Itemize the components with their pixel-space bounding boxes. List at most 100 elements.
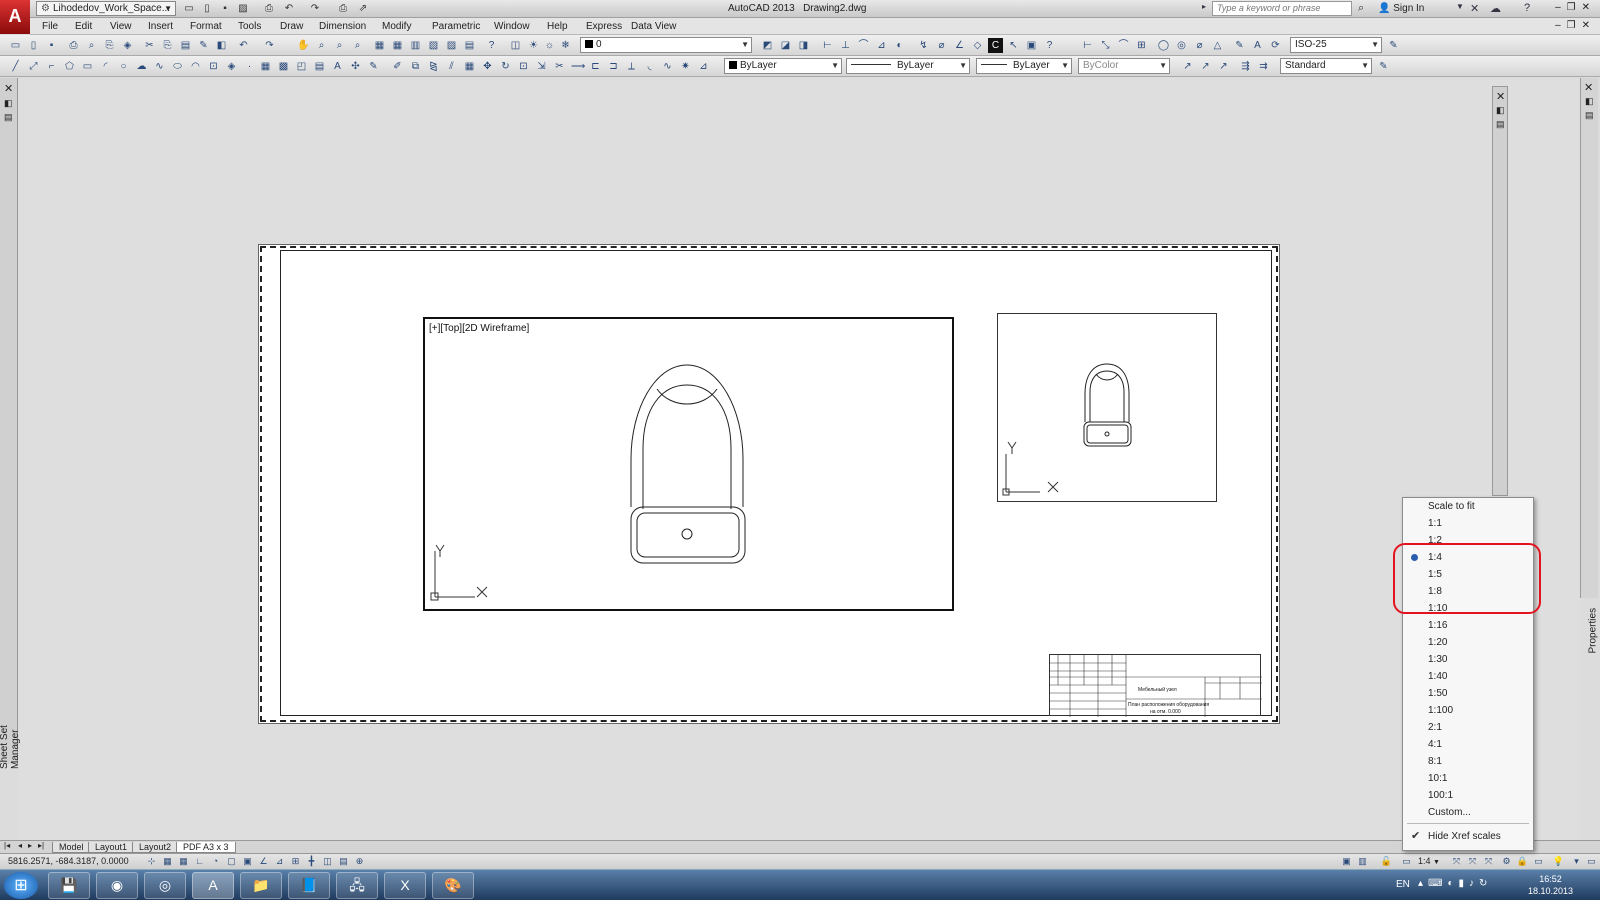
hardware-acceleration-icon[interactable]: ▭	[1532, 856, 1545, 868]
tab-pdf-a3[interactable]: PDF A3 x 3	[176, 842, 236, 853]
dim-diameter-icon[interactable]: ⌀	[1192, 38, 1207, 53]
copy-object-icon[interactable]: ⧉	[408, 59, 423, 74]
viewport-scale-value[interactable]: 1:4 ▼	[1418, 856, 1440, 866]
properties-panel[interactable]: ✕ ◧ ▤ Properties	[1580, 78, 1599, 654]
make-current-layer-icon[interactable]: ◩	[760, 38, 775, 53]
save-icon[interactable]: ▪	[218, 2, 232, 15]
annotation-visibility-icon[interactable]: ⤧	[1466, 856, 1479, 868]
scale-option-1-16[interactable]: 1:16	[1403, 617, 1533, 634]
lineweight-icon[interactable]: ╋	[305, 856, 318, 868]
scale-option-100-1[interactable]: 100:1	[1403, 787, 1533, 804]
workspace-select[interactable]: ⚙ Lihodedov_Work_Space... ▼	[36, 1, 176, 16]
grid-icon[interactable]: ▦	[177, 856, 190, 868]
auto-scale-icon[interactable]: ⤧	[1482, 856, 1495, 868]
menu-edit[interactable]: Edit	[75, 21, 92, 32]
layer-previous-icon[interactable]: ◪	[778, 38, 793, 53]
menu-express[interactable]: Express	[586, 21, 622, 32]
scale-option-fit[interactable]: Scale to fit	[1403, 498, 1533, 515]
dim-ordinate-icon[interactable]: ⊞	[1134, 38, 1149, 53]
erase-icon[interactable]: ✐	[390, 59, 405, 74]
dim-update-icon[interactable]: ⟳	[1268, 38, 1283, 53]
close-icon[interactable]: ✕	[4, 82, 13, 95]
tab-layout1[interactable]: Layout1	[88, 842, 135, 853]
isolate-objects-icon[interactable]: 💡	[1552, 856, 1565, 868]
otrack-icon[interactable]: ∠	[257, 856, 270, 868]
dim-jogged-icon[interactable]: ◎	[1174, 38, 1189, 53]
tray-sync-icon[interactable]: ↻	[1479, 878, 1492, 889]
doc-close-icon[interactable]: ✕	[1582, 20, 1596, 31]
scale-option-4-1[interactable]: 4:1	[1403, 736, 1533, 753]
cut-icon[interactable]: ✂	[142, 38, 157, 53]
polar-icon[interactable]: ◔	[209, 856, 222, 868]
panel-properties-icon[interactable]: ▤	[1496, 119, 1505, 130]
tray-keyboard-icon[interactable]: ⌨	[1428, 878, 1447, 889]
main-viewport[interactable]: [+][Top][2D Wireframe]	[423, 317, 954, 611]
menu-help[interactable]: Help	[547, 21, 568, 32]
revcloud-icon[interactable]: ☁	[134, 59, 149, 74]
table-icon[interactable]: ▤	[312, 59, 327, 74]
region-icon[interactable]: ◰	[294, 59, 309, 74]
selection-cycling-icon[interactable]: ⊕	[353, 856, 366, 868]
transparency-icon[interactable]: ◫	[321, 856, 334, 868]
menu-tools[interactable]: Tools	[238, 21, 261, 32]
polyline-icon[interactable]: ⌐	[44, 59, 59, 74]
ellipse-arc-icon[interactable]: ◠	[188, 59, 203, 74]
extend-icon[interactable]: ⟶	[570, 59, 585, 74]
chamfer-icon[interactable]: ⟂	[624, 59, 639, 74]
copy-icon[interactable]: ⎘	[160, 38, 175, 53]
properties-icon[interactable]: ▦	[372, 38, 387, 53]
taskbar-autocad-icon[interactable]: A	[192, 872, 234, 899]
join-icon[interactable]: ⊐	[606, 59, 621, 74]
point-icon[interactable]: ·	[242, 59, 257, 74]
menu-file[interactable]: File	[42, 21, 58, 32]
undo-icon[interactable]: ↶	[282, 2, 296, 15]
redo-icon[interactable]: ↷	[262, 38, 277, 53]
dim-arc-icon[interactable]: ⌒	[1116, 38, 1131, 53]
taskbar-save-icon[interactable]: 💾	[48, 872, 90, 899]
volume-icon[interactable]: ♪	[1469, 878, 1479, 889]
plot-style-dropdown[interactable]: ByColor ▼	[1078, 58, 1170, 74]
tool-palettes-icon[interactable]: ▥	[408, 38, 423, 53]
close-icon[interactable]: ✕	[1584, 81, 1593, 94]
search-input[interactable]: Type a keyword or phrase	[1212, 1, 1352, 16]
infer-constraints-icon[interactable]: ⊹	[145, 856, 158, 868]
angular-icon[interactable]: ∠	[952, 38, 967, 53]
close-icon[interactable]: ✕	[1496, 90, 1505, 103]
blend-icon[interactable]: ∿	[660, 59, 675, 74]
dim-style-dropdown[interactable]: ISO-25 ▼	[1290, 37, 1382, 53]
quick-view-layouts-icon[interactable]: ▥	[1356, 856, 1369, 868]
publish-icon[interactable]: ⇗	[356, 2, 370, 15]
print-icon[interactable]: ⎙	[336, 2, 350, 15]
multileader-style-icon[interactable]: ✎	[1376, 59, 1391, 74]
tray-network-icon[interactable]: ▮	[1459, 878, 1470, 889]
quick-dim-icon[interactable]: ◇	[970, 38, 985, 53]
break-icon[interactable]: ⊏	[588, 59, 603, 74]
layer-states-icon[interactable]: ◨	[796, 38, 811, 53]
zoom-window-icon[interactable]: ⌕	[332, 38, 347, 53]
dim-angular-icon[interactable]: △	[1210, 38, 1225, 53]
dim-text-edit-icon[interactable]: A	[1250, 38, 1265, 53]
scale-option-1-50[interactable]: 1:50	[1403, 685, 1533, 702]
sun-icon[interactable]: ☼	[542, 38, 557, 53]
ortho-icon[interactable]: ∟	[193, 856, 206, 868]
sheet-set-icon[interactable]: ▧	[426, 38, 441, 53]
maximize-icon[interactable]: ❐	[1567, 2, 1582, 13]
undo-icon[interactable]: ↶	[236, 38, 251, 53]
toolbar-lock-icon[interactable]: 🔒	[1516, 856, 1529, 868]
zoom-realtime-icon[interactable]: ⌕	[314, 38, 329, 53]
offset-icon[interactable]: ⫽	[444, 59, 459, 74]
dim-aligned-icon[interactable]: ⤡	[1098, 38, 1113, 53]
publish-icon[interactable]: ⎘	[102, 38, 117, 53]
construction-line-icon[interactable]: ⤢	[26, 59, 41, 74]
multileader-icon[interactable]: ↗	[1180, 59, 1195, 74]
lock-viewport-icon[interactable]: 🔓	[1380, 856, 1393, 868]
help-icon[interactable]: ?	[1042, 38, 1057, 53]
scale-option-custom[interactable]: Custom...	[1403, 804, 1533, 821]
scale-option-2-1[interactable]: 2:1	[1403, 719, 1533, 736]
scale-option-1-1[interactable]: 1:1	[1403, 515, 1533, 532]
taskbar-book-icon[interactable]: 📘	[288, 872, 330, 899]
taskbar-excel-icon[interactable]: X	[384, 872, 426, 899]
menu-window[interactable]: Window	[494, 21, 530, 32]
mirror-icon[interactable]: ⧎	[426, 59, 441, 74]
jogged-icon[interactable]: ↯	[916, 38, 931, 53]
